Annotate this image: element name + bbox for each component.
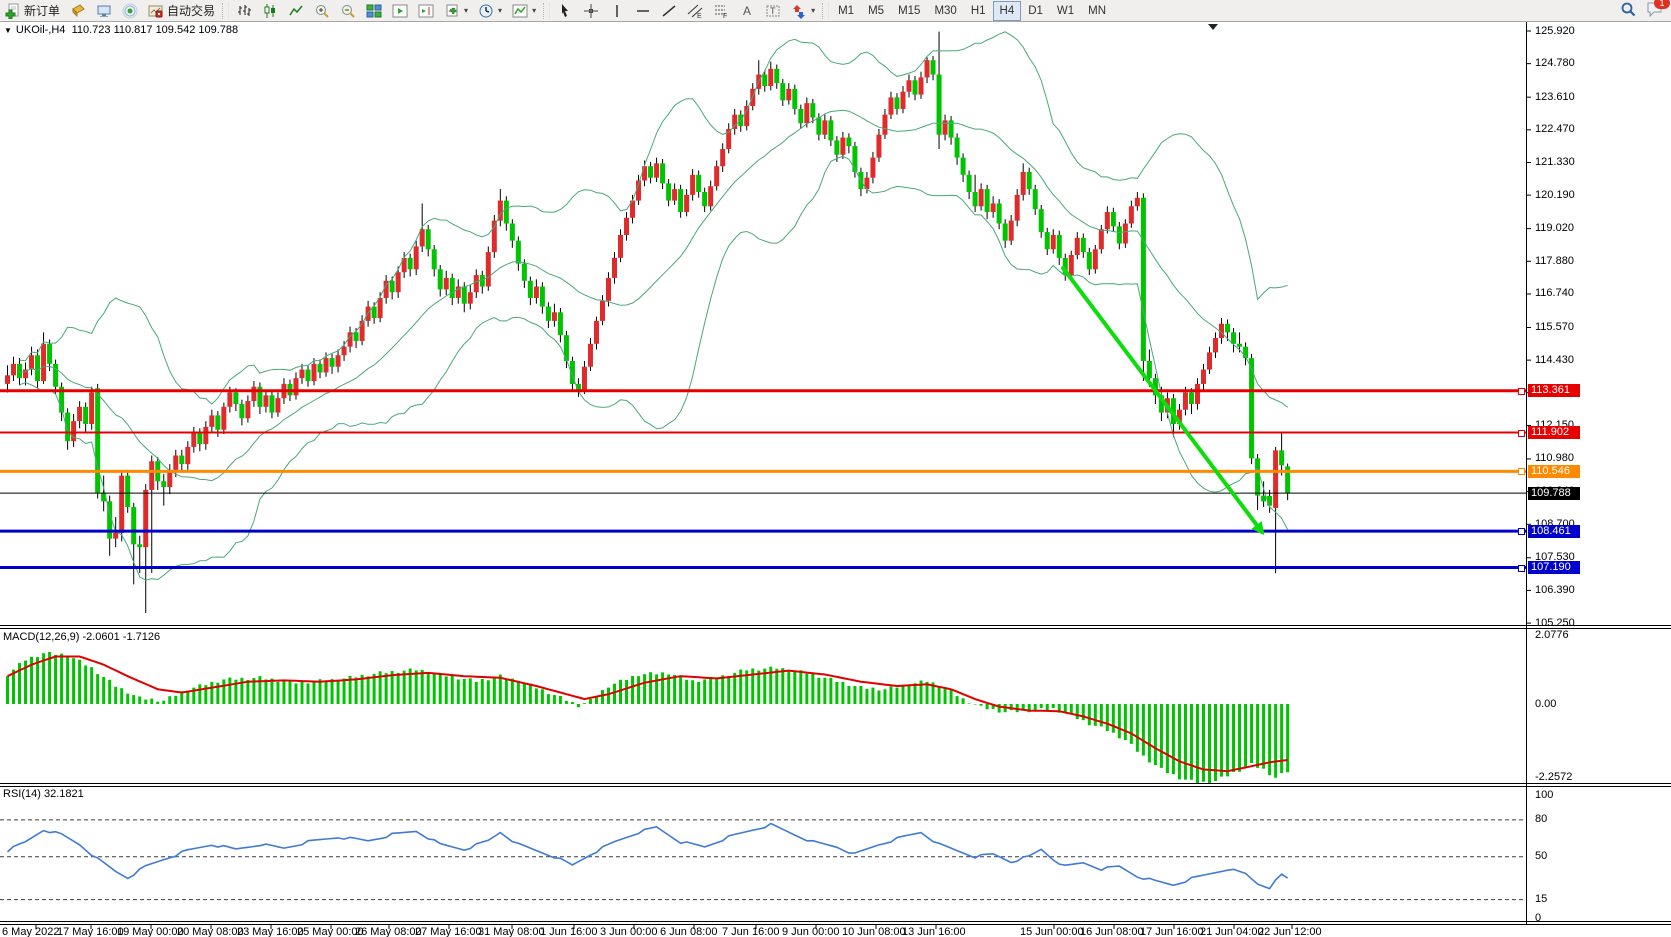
- axis-label: 100: [1535, 789, 1553, 801]
- time-axis-label: 25 May 00:00: [297, 926, 364, 937]
- axis-label: 124.780: [1535, 57, 1575, 69]
- time-axis-label: 17 Jun 16:00: [1140, 926, 1204, 937]
- axis-label: 116.740: [1535, 287, 1574, 299]
- axis-label: 105.250: [1535, 617, 1575, 629]
- price-badge-108.461: 108.461: [1528, 525, 1580, 538]
- time-axis-label: 21 Jun 04:00: [1200, 926, 1264, 937]
- level-end-marker[interactable]: [1518, 430, 1525, 437]
- trend-line[interactable]: [1063, 268, 1262, 532]
- price-badge-113.361: 113.361: [1528, 384, 1580, 397]
- level-end-marker[interactable]: [1518, 388, 1525, 395]
- time-axis-label: 1 Jun 16:00: [540, 926, 598, 937]
- level-end-marker[interactable]: [1518, 565, 1525, 572]
- axis-label: 0: [1535, 912, 1541, 924]
- price-badge-109.788: 109.788: [1528, 487, 1580, 500]
- macd-histogram: [8, 652, 1288, 784]
- time-axis-label: 27 May 16:00: [415, 926, 482, 937]
- candles-layer: [5, 32, 1290, 613]
- axis-label: 119.020: [1535, 222, 1574, 234]
- time-axis-label: 22 Jun 12:00: [1258, 926, 1322, 937]
- time-axis-label: 26 May 08:00: [355, 926, 422, 937]
- chart-shift-marker-icon[interactable]: [1208, 24, 1218, 30]
- rsi-line: [8, 824, 1288, 889]
- axis-label: 106.390: [1535, 584, 1575, 596]
- price-badge-107.190: 107.190: [1528, 561, 1580, 574]
- axis-label: 125.920: [1535, 25, 1575, 37]
- time-axis-label: 31 May 08:00: [478, 926, 545, 937]
- level-end-marker[interactable]: [1518, 468, 1525, 475]
- axis-label: 120.190: [1535, 189, 1575, 201]
- time-axis-label: 10 Jun 08:00: [842, 926, 906, 937]
- axis-label: 15: [1535, 893, 1547, 905]
- time-axis-label: 7 Jun 16:00: [722, 926, 780, 937]
- axis-label: -2.2572: [1535, 771, 1572, 783]
- axis-label: 121.330: [1535, 156, 1575, 168]
- time-axis-label: 3 Jun 00:00: [600, 926, 658, 937]
- axis-label: 115.570: [1535, 321, 1574, 333]
- price-badge-111.902: 111.902: [1528, 426, 1580, 439]
- axis-label: 114.430: [1535, 354, 1574, 366]
- time-axis-label: 15 Jun 00:00: [1020, 926, 1084, 937]
- time-axis-label: 6 Jun 08:00: [660, 926, 718, 937]
- time-axis-label: 6 May 2022: [2, 926, 59, 937]
- time-axis-label: 20 May 08:00: [177, 926, 244, 937]
- axis-label: 122.470: [1535, 123, 1575, 135]
- level-end-marker[interactable]: [1518, 528, 1525, 535]
- time-axis-label: 9 Jun 00:00: [782, 926, 840, 937]
- time-axis-label: 17 May 16:00: [57, 926, 124, 937]
- price-badge-110.546: 110.546: [1528, 465, 1580, 478]
- time-axis-label: 16 Jun 08:00: [1080, 926, 1144, 937]
- axis-label: 123.610: [1535, 91, 1575, 103]
- mt4-window: 新订单自动交易▾▾▾EFAT▾M1M5M15M30H1H4D1W1MN1 ▼UK…: [0, 0, 1671, 937]
- axis-label: 2.0776: [1535, 629, 1569, 641]
- axis-label: 110.980: [1535, 452, 1574, 464]
- time-axis-label: 23 May 16:00: [237, 926, 304, 937]
- axis-label: 80: [1535, 813, 1547, 825]
- axis-label: 117.880: [1535, 255, 1574, 267]
- time-axis-label: 19 May 00:00: [117, 926, 184, 937]
- bollinger-bands: [20, 32, 1288, 580]
- time-axis-label: 13 Jun 16:00: [902, 926, 966, 937]
- axis-label: 50: [1535, 850, 1547, 862]
- axis-label: 0.00: [1535, 698, 1556, 710]
- price-chart-canvas[interactable]: [0, 0, 1671, 937]
